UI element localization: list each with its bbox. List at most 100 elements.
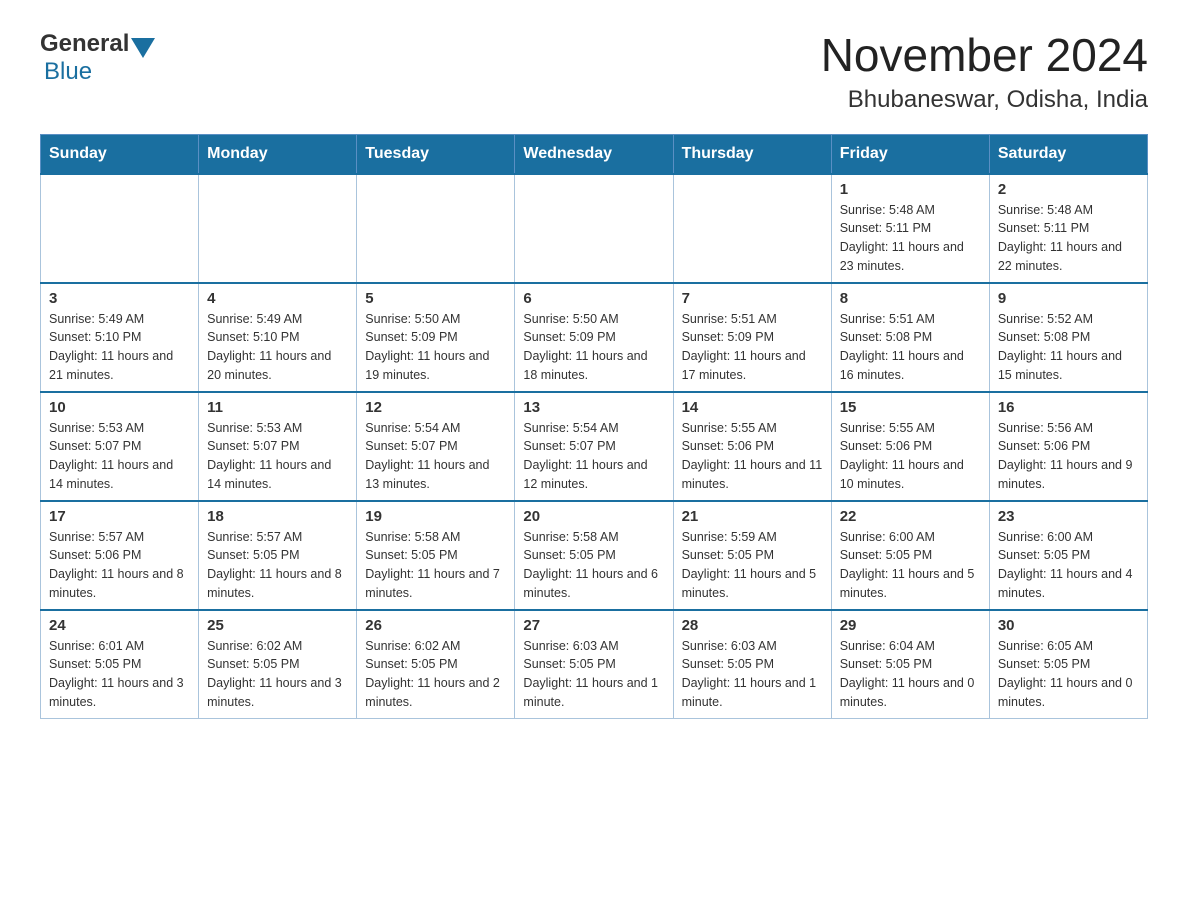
calendar-cell: 28 Sunrise: 6:03 AM Sunset: 5:05 PM Dayli… — [673, 610, 831, 719]
day-number: 26 — [365, 617, 506, 634]
day-number: 15 — [840, 399, 981, 416]
calendar-cell: 21 Sunrise: 5:59 AM Sunset: 5:05 PM Dayli… — [673, 501, 831, 610]
day-info: Sunrise: 5:54 AM Sunset: 5:07 PM Dayligh… — [365, 419, 506, 494]
day-info: Sunrise: 6:03 AM Sunset: 5:05 PM Dayligh… — [682, 637, 823, 712]
day-number: 6 — [523, 290, 664, 307]
day-info: Sunrise: 5:51 AM Sunset: 5:09 PM Dayligh… — [682, 310, 823, 385]
day-info: Sunrise: 5:50 AM Sunset: 5:09 PM Dayligh… — [365, 310, 506, 385]
calendar-cell: 13Sunrise: 5:54 AM Sunset: 5:07 PM Dayli… — [515, 392, 673, 501]
day-info: Sunrise: 5:52 AM Sunset: 5:08 PM Dayligh… — [998, 310, 1139, 385]
day-number: 1 — [840, 181, 981, 198]
calendar-cell: 18Sunrise: 5:57 AM Sunset: 5:05 PM Dayli… — [199, 501, 357, 610]
calendar-cell: 8 Sunrise: 5:51 AM Sunset: 5:08 PM Daylig… — [831, 283, 989, 392]
calendar-cell: 17Sunrise: 5:57 AM Sunset: 5:06 PM Dayli… — [41, 501, 199, 610]
day-number: 10 — [49, 399, 190, 416]
day-number: 21 — [682, 508, 823, 525]
calendar-title: November 2024 — [821, 30, 1148, 81]
logo: General Blue — [40, 30, 157, 86]
day-info: Sunrise: 5:57 AM Sunset: 5:05 PM Dayligh… — [207, 528, 348, 603]
calendar-table: SundayMondayTuesdayWednesdayThursdayFrid… — [40, 134, 1148, 719]
day-info: Sunrise: 5:53 AM Sunset: 5:07 PM Dayligh… — [207, 419, 348, 494]
calendar-cell: 27 Sunrise: 6:03 AM Sunset: 5:05 PM Dayli… — [515, 610, 673, 719]
calendar-subtitle: Bhubaneswar, Odisha, India — [821, 86, 1148, 114]
calendar-cell: 11 Sunrise: 5:53 AM Sunset: 5:07 PM Dayli… — [199, 392, 357, 501]
calendar-cell: 14 Sunrise: 5:55 AM Sunset: 5:06 PM Dayli… — [673, 392, 831, 501]
calendar-cell: 15 Sunrise: 5:55 AM Sunset: 5:06 PM Dayli… — [831, 392, 989, 501]
calendar-cell — [515, 174, 673, 283]
day-number: 30 — [998, 617, 1139, 634]
day-info: Sunrise: 5:55 AM Sunset: 5:06 PM Dayligh… — [682, 419, 823, 494]
day-info: Sunrise: 5:58 AM Sunset: 5:05 PM Dayligh… — [365, 528, 506, 603]
calendar-cell: 24Sunrise: 6:01 AM Sunset: 5:05 PM Dayli… — [41, 610, 199, 719]
day-number: 2 — [998, 181, 1139, 198]
page-header: General Blue November 2024 Bhubaneswar, … — [40, 30, 1148, 114]
day-number: 3 — [49, 290, 190, 307]
day-info: Sunrise: 5:56 AM Sunset: 5:06 PM Dayligh… — [998, 419, 1139, 494]
calendar-cell — [673, 174, 831, 283]
calendar-cell: 10 Sunrise: 5:53 AM Sunset: 5:07 PM Dayli… — [41, 392, 199, 501]
week-row-1: 1 Sunrise: 5:48 AM Sunset: 5:11 PM Daylig… — [41, 174, 1148, 283]
logo-general-text: General — [40, 30, 129, 58]
weekday-header-thursday: Thursday — [673, 134, 831, 174]
logo-blue-text: Blue — [44, 58, 92, 85]
day-number: 4 — [207, 290, 348, 307]
calendar-cell: 19 Sunrise: 5:58 AM Sunset: 5:05 PM Dayli… — [357, 501, 515, 610]
calendar-cell — [199, 174, 357, 283]
calendar-cell: 7 Sunrise: 5:51 AM Sunset: 5:09 PM Daylig… — [673, 283, 831, 392]
week-row-2: 3 Sunrise: 5:49 AM Sunset: 5:10 PM Daylig… — [41, 283, 1148, 392]
week-row-3: 10 Sunrise: 5:53 AM Sunset: 5:07 PM Dayli… — [41, 392, 1148, 501]
day-info: Sunrise: 6:05 AM Sunset: 5:05 PM Dayligh… — [998, 637, 1139, 712]
day-info: Sunrise: 6:04 AM Sunset: 5:05 PM Dayligh… — [840, 637, 981, 712]
weekday-header-row: SundayMondayTuesdayWednesdayThursdayFrid… — [41, 134, 1148, 174]
day-info: Sunrise: 5:58 AM Sunset: 5:05 PM Dayligh… — [523, 528, 664, 603]
calendar-cell: 12Sunrise: 5:54 AM Sunset: 5:07 PM Dayli… — [357, 392, 515, 501]
day-number: 14 — [682, 399, 823, 416]
day-number: 8 — [840, 290, 981, 307]
logo-triangle-icon — [131, 38, 155, 58]
day-info: Sunrise: 5:54 AM Sunset: 5:07 PM Dayligh… — [523, 419, 664, 494]
weekday-header-friday: Friday — [831, 134, 989, 174]
day-number: 17 — [49, 508, 190, 525]
calendar-cell: 20Sunrise: 5:58 AM Sunset: 5:05 PM Dayli… — [515, 501, 673, 610]
day-info: Sunrise: 6:02 AM Sunset: 5:05 PM Dayligh… — [365, 637, 506, 712]
calendar-cell: 30 Sunrise: 6:05 AM Sunset: 5:05 PM Dayli… — [989, 610, 1147, 719]
calendar-cell: 29 Sunrise: 6:04 AM Sunset: 5:05 PM Dayli… — [831, 610, 989, 719]
calendar-cell: 6 Sunrise: 5:50 AM Sunset: 5:09 PM Daylig… — [515, 283, 673, 392]
day-number: 19 — [365, 508, 506, 525]
day-info: Sunrise: 5:50 AM Sunset: 5:09 PM Dayligh… — [523, 310, 664, 385]
day-info: Sunrise: 5:59 AM Sunset: 5:05 PM Dayligh… — [682, 528, 823, 603]
weekday-header-wednesday: Wednesday — [515, 134, 673, 174]
day-info: Sunrise: 5:48 AM Sunset: 5:11 PM Dayligh… — [998, 201, 1139, 276]
day-info: Sunrise: 5:51 AM Sunset: 5:08 PM Dayligh… — [840, 310, 981, 385]
calendar-cell: 16Sunrise: 5:56 AM Sunset: 5:06 PM Dayli… — [989, 392, 1147, 501]
day-info: Sunrise: 6:00 AM Sunset: 5:05 PM Dayligh… — [998, 528, 1139, 603]
day-info: Sunrise: 5:53 AM Sunset: 5:07 PM Dayligh… — [49, 419, 190, 494]
calendar-cell: 9 Sunrise: 5:52 AM Sunset: 5:08 PM Daylig… — [989, 283, 1147, 392]
day-number: 24 — [49, 617, 190, 634]
day-number: 9 — [998, 290, 1139, 307]
day-number: 27 — [523, 617, 664, 634]
calendar-cell: 23Sunrise: 6:00 AM Sunset: 5:05 PM Dayli… — [989, 501, 1147, 610]
day-info: Sunrise: 6:03 AM Sunset: 5:05 PM Dayligh… — [523, 637, 664, 712]
weekday-header-tuesday: Tuesday — [357, 134, 515, 174]
day-number: 25 — [207, 617, 348, 634]
week-row-4: 17Sunrise: 5:57 AM Sunset: 5:06 PM Dayli… — [41, 501, 1148, 610]
calendar-cell: 22 Sunrise: 6:00 AM Sunset: 5:05 PM Dayli… — [831, 501, 989, 610]
week-row-5: 24Sunrise: 6:01 AM Sunset: 5:05 PM Dayli… — [41, 610, 1148, 719]
calendar-cell — [41, 174, 199, 283]
day-number: 7 — [682, 290, 823, 307]
day-number: 11 — [207, 399, 348, 416]
calendar-title-block: November 2024 Bhubaneswar, Odisha, India — [821, 30, 1148, 114]
day-info: Sunrise: 5:55 AM Sunset: 5:06 PM Dayligh… — [840, 419, 981, 494]
day-number: 29 — [840, 617, 981, 634]
day-number: 28 — [682, 617, 823, 634]
day-number: 5 — [365, 290, 506, 307]
day-info: Sunrise: 6:02 AM Sunset: 5:05 PM Dayligh… — [207, 637, 348, 712]
calendar-cell — [357, 174, 515, 283]
day-number: 22 — [840, 508, 981, 525]
day-info: Sunrise: 6:00 AM Sunset: 5:05 PM Dayligh… — [840, 528, 981, 603]
day-info: Sunrise: 5:49 AM Sunset: 5:10 PM Dayligh… — [207, 310, 348, 385]
day-info: Sunrise: 5:49 AM Sunset: 5:10 PM Dayligh… — [49, 310, 190, 385]
calendar-cell: 26 Sunrise: 6:02 AM Sunset: 5:05 PM Dayli… — [357, 610, 515, 719]
weekday-header-monday: Monday — [199, 134, 357, 174]
